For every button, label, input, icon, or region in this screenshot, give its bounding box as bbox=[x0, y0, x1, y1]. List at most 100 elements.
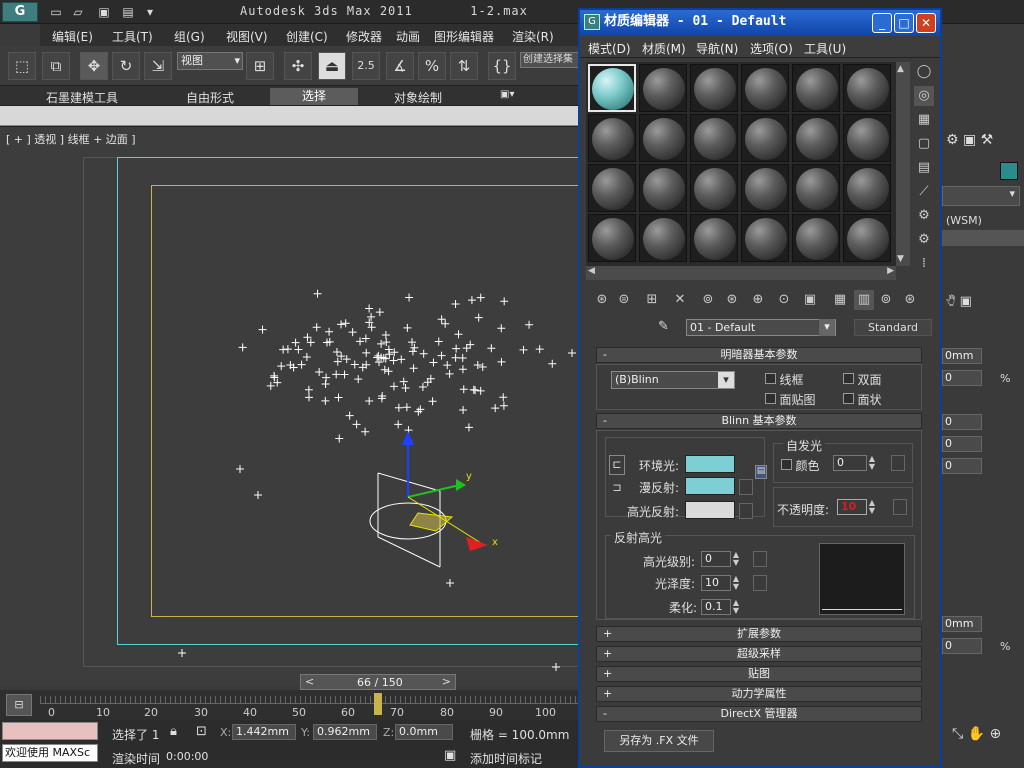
close-button[interactable]: ✕ bbox=[916, 13, 936, 33]
chevron-down-icon[interactable]: ▾ bbox=[819, 319, 835, 336]
material-sample-slot[interactable] bbox=[741, 114, 789, 162]
window-crossing-icon[interactable]: ⧉ bbox=[42, 52, 70, 80]
add-time-tag-button[interactable]: 添加时间标记 bbox=[470, 750, 542, 767]
param-field[interactable]: 0mm bbox=[942, 616, 982, 632]
tab-object-paint[interactable]: 对象绘制 bbox=[394, 89, 442, 106]
quick-access-dropdown-icon[interactable]: ▾ bbox=[142, 4, 158, 20]
background-icon[interactable]: ▦ bbox=[914, 110, 934, 130]
ambient-color-swatch[interactable] bbox=[685, 455, 735, 473]
modifier-stack-item[interactable]: (WSM) bbox=[942, 214, 1024, 230]
go-forward-to-sibling-icon[interactable]: ⊚ bbox=[876, 290, 896, 310]
diffuse-map-button[interactable] bbox=[739, 479, 753, 495]
project-folder-icon[interactable]: ▤ bbox=[120, 4, 136, 20]
shader-type-select[interactable]: (B)Blinn ▾ bbox=[611, 371, 735, 389]
material-sample-slot[interactable] bbox=[741, 164, 789, 212]
menu-navigation[interactable]: 导航(N) bbox=[696, 40, 738, 57]
sample-slots-horizontal-scrollbar[interactable]: ◀ ▶ bbox=[586, 266, 896, 280]
next-frame-icon[interactable]: > bbox=[442, 675, 451, 688]
make-unique-icon[interactable]: ⊛ bbox=[722, 290, 742, 310]
specular-map-button[interactable] bbox=[739, 503, 753, 519]
named-selection-input[interactable]: 创建选择集 bbox=[520, 52, 580, 68]
maps-rollup[interactable]: + 贴图 bbox=[596, 666, 922, 682]
prev-frame-icon[interactable]: < bbox=[305, 675, 314, 688]
sample-slots-vertical-scrollbar[interactable]: ▲ ▼ bbox=[896, 62, 910, 266]
material-sample-slot[interactable] bbox=[588, 164, 636, 212]
menu-group[interactable]: 组(G) bbox=[174, 28, 205, 45]
object-color-swatch[interactable] bbox=[1000, 162, 1018, 180]
scroll-left-icon[interactable]: ◀ bbox=[588, 266, 595, 276]
material-sample-slot[interactable] bbox=[792, 114, 840, 162]
directx-manager-rollup[interactable]: - DirectX 管理器 bbox=[596, 706, 922, 722]
glossiness-map-button[interactable] bbox=[753, 575, 767, 591]
self-illum-map-button[interactable] bbox=[891, 455, 905, 471]
app-logo-button[interactable]: G bbox=[2, 2, 38, 22]
modifier-list-dropdown[interactable]: ▾ bbox=[942, 186, 1020, 206]
sample-type-icon[interactable]: ◯ bbox=[914, 62, 934, 82]
save-as-fx-button[interactable]: 另存为 .FX 文件 bbox=[604, 730, 714, 752]
param-field[interactable]: 0 bbox=[942, 414, 982, 430]
material-sample-slot[interactable] bbox=[588, 214, 636, 262]
x-coordinate-field[interactable]: 1.442mm bbox=[232, 724, 296, 740]
material-sample-slot[interactable] bbox=[639, 164, 687, 212]
keyboard-shortcut-icon[interactable]: ⏏ bbox=[318, 52, 346, 80]
material-sample-slot[interactable] bbox=[690, 64, 738, 112]
select-move-icon[interactable]: ✥ bbox=[80, 52, 108, 80]
reference-coordinate-select[interactable]: 视图 ▾ bbox=[177, 52, 243, 70]
material-sample-slot[interactable] bbox=[639, 214, 687, 262]
new-file-icon[interactable]: ▭ bbox=[48, 4, 64, 20]
minimize-button[interactable]: _ bbox=[872, 13, 892, 33]
material-sample-slot[interactable] bbox=[741, 64, 789, 112]
maxscript-mini-listener[interactable]: 欢迎使用 MAXSc bbox=[2, 744, 98, 762]
lock-colors-icon[interactable]: ▤ bbox=[755, 465, 767, 479]
lock-ambient-diffuse-icon[interactable]: ⊏ bbox=[609, 455, 625, 475]
material-sample-slot[interactable] bbox=[843, 214, 891, 262]
viewport-navigation-icons[interactable]: ⤡ ✋ ⊕ bbox=[952, 726, 1001, 742]
current-frame-marker[interactable] bbox=[374, 693, 382, 715]
maximize-button[interactable]: □ bbox=[894, 13, 914, 33]
pivot-icon[interactable]: ⊞ bbox=[246, 52, 274, 80]
mini-curve-editor-icon[interactable]: ⊟ bbox=[6, 694, 32, 716]
time-tag-icon[interactable]: ▣ bbox=[444, 748, 456, 763]
spinner-snap-icon[interactable]: ⇅ bbox=[450, 52, 478, 80]
select-scale-icon[interactable]: ⇲ bbox=[144, 52, 172, 80]
material-id-channel-icon[interactable]: ⊙ bbox=[774, 290, 794, 310]
scroll-right-icon[interactable]: ▶ bbox=[887, 266, 894, 276]
y-coordinate-field[interactable]: 0.962mm bbox=[313, 724, 377, 740]
lock-diffuse-specular-icon[interactable]: ⊐ bbox=[609, 479, 625, 499]
specular-color-swatch[interactable] bbox=[685, 501, 735, 519]
make-preview-icon[interactable]: ⟋ bbox=[914, 182, 934, 202]
material-sample-slot[interactable] bbox=[843, 164, 891, 212]
reset-map-icon[interactable]: ✕ bbox=[670, 290, 690, 310]
go-to-parent-icon[interactable]: ▥ bbox=[854, 290, 874, 310]
snap-toggle-icon[interactable]: 2.5 bbox=[352, 52, 380, 80]
select-region-icon[interactable]: ⬚ bbox=[8, 52, 36, 80]
tab-graphite-modeling[interactable]: 石墨建模工具 bbox=[46, 89, 118, 106]
soften-field[interactable]: 0.1 bbox=[701, 599, 731, 615]
material-sample-slot[interactable] bbox=[588, 114, 636, 162]
stack-tools-icons[interactable]: 🖐︎ ▣ bbox=[946, 294, 972, 309]
spinner-icon[interactable]: ▲ ▼ bbox=[731, 575, 741, 591]
open-file-icon[interactable]: ▱ bbox=[70, 4, 86, 20]
show-map-in-viewport-icon[interactable]: ▣ bbox=[800, 290, 820, 310]
modifier-stack-item-selected[interactable] bbox=[942, 230, 1024, 246]
video-color-check-icon[interactable]: ▤ bbox=[914, 158, 934, 178]
material-sample-slot[interactable] bbox=[639, 114, 687, 162]
material-type-button[interactable]: Standard bbox=[854, 319, 932, 336]
maxscript-listener[interactable] bbox=[2, 722, 98, 740]
menu-view[interactable]: 视图(V) bbox=[226, 28, 268, 45]
two-sided-check[interactable] bbox=[843, 373, 854, 384]
emitter-gizmo[interactable] bbox=[369, 431, 488, 568]
face-map-checkbox[interactable]: 面贴图 bbox=[765, 391, 816, 408]
param-field[interactable]: 0 bbox=[942, 370, 982, 386]
self-illum-value-field[interactable]: 0 bbox=[833, 455, 867, 471]
spinner-icon[interactable]: ▲ ▼ bbox=[867, 499, 877, 515]
menu-edit[interactable]: 编辑(E) bbox=[52, 28, 93, 45]
material-sample-slot[interactable] bbox=[690, 114, 738, 162]
tab-freeform[interactable]: 自由形式 bbox=[186, 89, 234, 106]
self-illum-color-check[interactable] bbox=[781, 459, 792, 470]
save-file-icon[interactable]: ▣ bbox=[96, 4, 112, 20]
material-sample-slot[interactable] bbox=[639, 64, 687, 112]
spinner-icon[interactable]: ▲ ▼ bbox=[867, 455, 877, 471]
get-material-icon[interactable]: ⊛ bbox=[592, 290, 612, 310]
material-sample-slot[interactable] bbox=[843, 114, 891, 162]
